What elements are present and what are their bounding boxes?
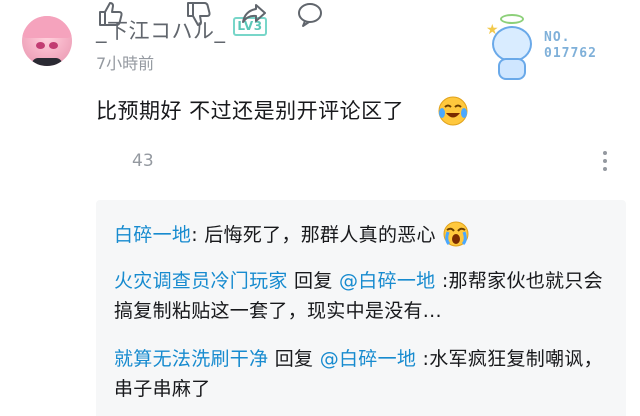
reply-mention[interactable]: @白碎一地 xyxy=(339,270,436,292)
chibi-character-icon: ★ xyxy=(486,12,534,80)
reply-text: 后悔死了，那群人真的恶心 xyxy=(204,224,436,246)
avatar-hair xyxy=(22,16,72,38)
halo-shape xyxy=(500,14,524,24)
like-count: 43 xyxy=(132,151,154,171)
decoration-label: NO. xyxy=(544,30,571,45)
chibi-body xyxy=(498,58,526,80)
reply-author[interactable]: 就算无法洗刷干净 xyxy=(114,348,268,370)
reply-mention[interactable]: @白碎一地 xyxy=(320,348,417,370)
reply-author[interactable]: 白碎一地 xyxy=(114,224,191,246)
avatar[interactable] xyxy=(22,16,72,66)
star-icon: ★ xyxy=(486,22,499,38)
avatar-eye-left xyxy=(36,42,45,49)
avatar-eye-right xyxy=(49,42,58,49)
replies-box[interactable]: 白碎一地: 后悔死了，那群人真的恶心 火灾调查员冷门玩家 回复 @白碎一地 :那… xyxy=(96,200,626,416)
reply-word: 回复 xyxy=(268,348,320,370)
decoration-number: 017762 xyxy=(544,46,597,61)
thumbs-down-icon[interactable] xyxy=(184,0,212,28)
cry-laugh-emoji xyxy=(438,96,468,126)
reply-word: 回复 xyxy=(287,270,339,292)
avatar-collar xyxy=(32,58,62,66)
comment-item: _下江コハル_ LV3 7小時前 ★ NO. 017762 比预期好 不过还是别… xyxy=(0,0,640,416)
reply-item[interactable]: 就算无法洗刷干净 回复 @白碎一地 :水军疯狂复制嘲讽，串子串麻了 xyxy=(114,344,614,404)
comment-icon[interactable] xyxy=(296,0,324,28)
crying-emoji xyxy=(443,221,469,247)
reply-author[interactable]: 火灾调查员冷门玩家 xyxy=(114,270,288,292)
more-icon[interactable] xyxy=(600,150,610,172)
share-icon[interactable] xyxy=(240,0,268,28)
fan-decoration-card[interactable]: ★ NO. 017762 xyxy=(482,6,632,86)
reply-item[interactable]: 白碎一地: 后悔死了，那群人真的恶心 xyxy=(114,218,614,250)
comment-text: 比预期好 不过还是别开评论区了 xyxy=(96,99,405,123)
reply-item[interactable]: 火灾调查员冷门玩家 回复 @白碎一地 :那帮家伙也就只会搞复制粘贴这一套了，现实… xyxy=(114,266,614,326)
reply-separator: : xyxy=(191,224,205,246)
timestamp: 7小時前 xyxy=(96,54,155,73)
thumbs-up-icon[interactable] xyxy=(96,0,124,28)
